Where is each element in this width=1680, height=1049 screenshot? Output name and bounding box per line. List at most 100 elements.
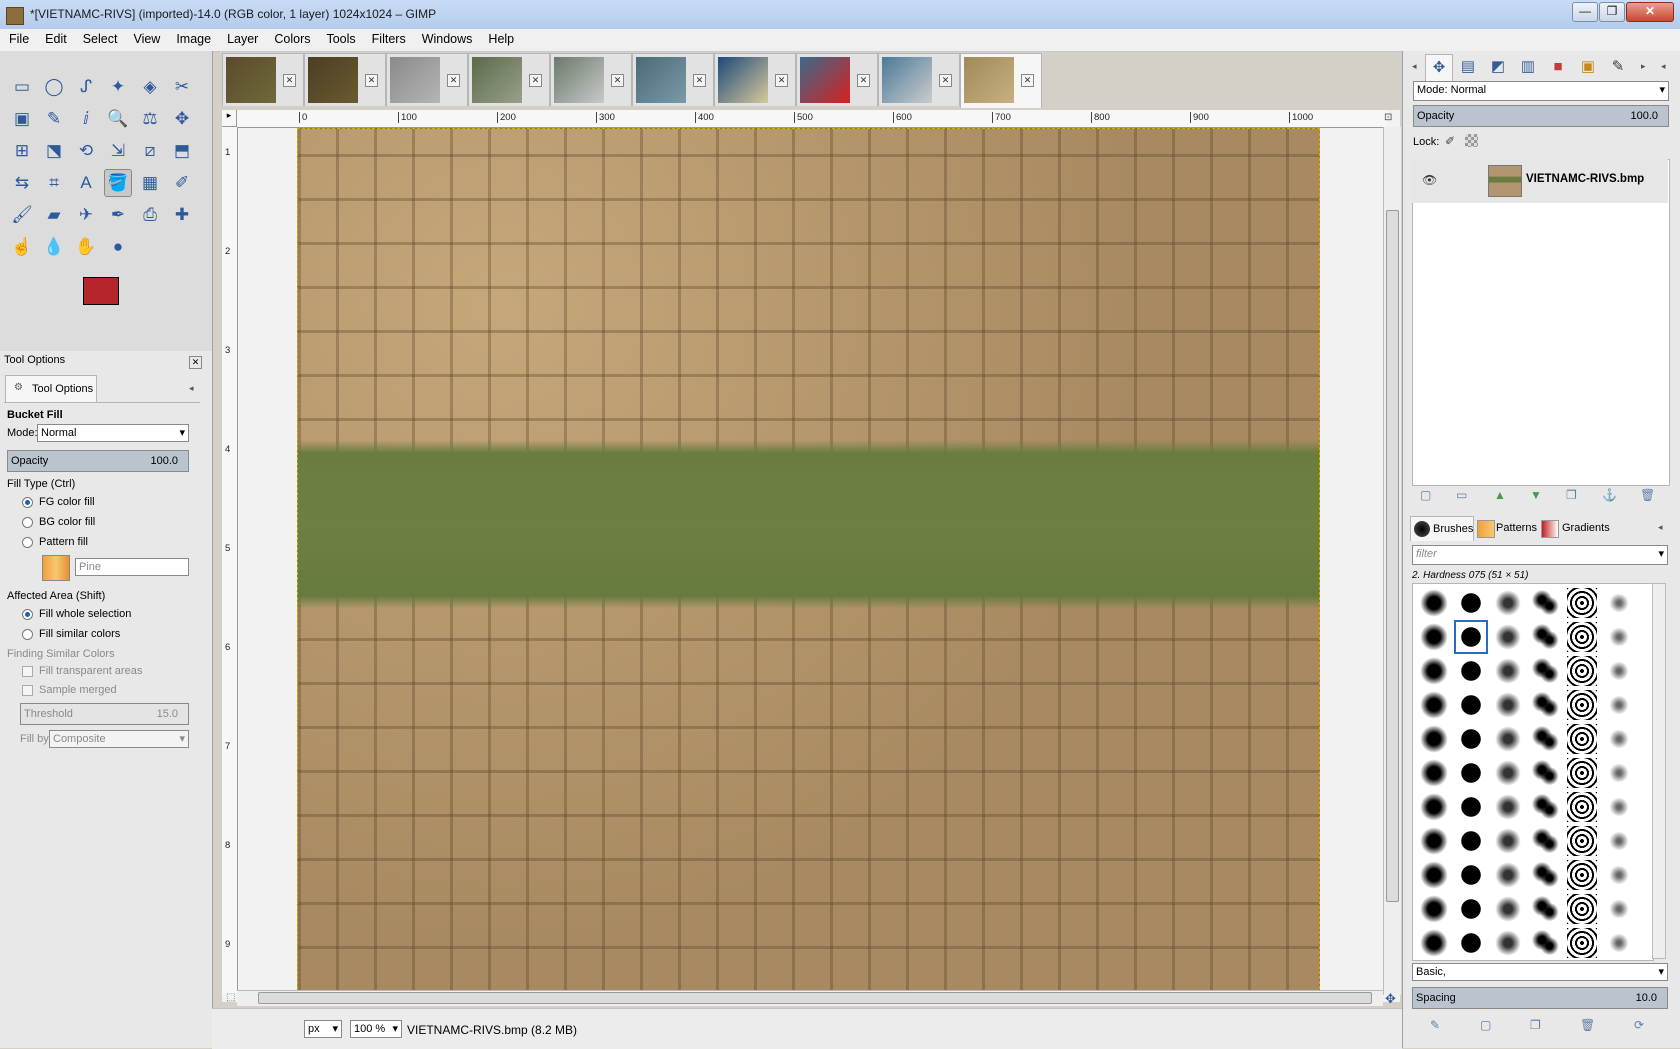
sample-merged-checkbox[interactable] (22, 685, 33, 696)
threshold-slider[interactable]: Threshold 15.0 (20, 703, 189, 725)
brush-thumbnail[interactable] (1530, 656, 1560, 686)
brush-thumbnail[interactable] (1604, 588, 1634, 618)
brush-thumbnail[interactable] (1419, 792, 1449, 822)
brush-tag-select[interactable]: Basic, ▾ (1412, 963, 1668, 981)
delete-layer-icon[interactable]: 🗑 (1640, 488, 1655, 502)
align-tool-icon[interactable]: ⊞ (8, 137, 36, 165)
close-tab-icon[interactable]: ✕ (939, 74, 952, 87)
brush-thumbnail[interactable] (1604, 724, 1634, 754)
duplicate-layer-icon[interactable]: ❐ (1566, 488, 1577, 502)
image-canvas[interactable] (297, 128, 1320, 994)
tab-channels[interactable]: ◩ (1485, 54, 1511, 80)
brush-thumbnail[interactable] (1567, 724, 1597, 754)
close-tab-icon[interactable]: ✕ (447, 74, 460, 87)
color-picker-tool-icon[interactable]: ⅈ (72, 105, 100, 133)
brush-thumbnail[interactable] (1604, 928, 1634, 958)
paintbrush-tool-icon[interactable]: 🖌 (8, 201, 36, 229)
tab-scroll-left-icon[interactable]: ◂ (1412, 61, 1417, 72)
ink-blot-tool-icon[interactable]: ● (104, 233, 132, 261)
brush-thumbnail[interactable] (1604, 792, 1634, 822)
brush-thumbnail[interactable] (1493, 792, 1523, 822)
minimize-button[interactable]: — (1572, 2, 1598, 22)
airbrush-tool-icon[interactable]: ✈ (72, 201, 100, 229)
brush-thumbnail[interactable] (1456, 928, 1486, 958)
brush-thumbnail[interactable] (1567, 792, 1597, 822)
brush-thumbnail[interactable] (1456, 690, 1486, 720)
tab-tool-options[interactable]: ⚙ Tool Options (5, 375, 97, 402)
brush-thumbnail[interactable] (1456, 588, 1486, 618)
brush-thumbnail[interactable] (1493, 656, 1523, 686)
brush-thumbnail[interactable] (1604, 622, 1634, 652)
image-tab[interactable]: ✕ (386, 53, 468, 106)
brush-thumbnail[interactable] (1456, 758, 1486, 788)
brush-thumbnail[interactable] (1567, 860, 1597, 890)
close-dock-icon[interactable]: ✕ (189, 356, 202, 369)
shear-tool-icon[interactable]: ⧄ (136, 137, 164, 165)
brush-filter-input[interactable]: filter ▾ (1412, 545, 1668, 565)
perspective-tool-icon[interactable]: ⬒ (168, 137, 196, 165)
lock-pixels-icon[interactable]: ✐ (1445, 134, 1455, 148)
brush-thumbnail[interactable] (1493, 690, 1523, 720)
brush-scrollbar[interactable] (1652, 583, 1666, 959)
tab-colors[interactable]: ▣ (1575, 54, 1601, 80)
brush-thumbnail[interactable] (1493, 758, 1523, 788)
new-layer-icon[interactable]: ▢ (1420, 488, 1431, 502)
image-tab[interactable]: ✕ (878, 53, 960, 106)
brush-thumbnail[interactable] (1530, 792, 1560, 822)
edit-brush-icon[interactable]: ✎ (1430, 1018, 1440, 1032)
brush-grid[interactable] (1412, 583, 1654, 961)
brush-thumbnail[interactable] (1419, 656, 1449, 686)
brush-thumbnail[interactable] (1604, 656, 1634, 686)
zoom-tool-icon[interactable]: 🔍 (104, 105, 132, 133)
brush-thumbnail[interactable] (1493, 826, 1523, 856)
brush-thumbnail[interactable] (1604, 860, 1634, 890)
layer-row[interactable]: 👁 VIETNAMC-RIVS.bmp (1412, 159, 1668, 203)
eraser-tool-icon[interactable]: ▰ (40, 201, 68, 229)
ellipse-select-tool-icon[interactable]: ◯ (40, 73, 68, 101)
brush-thumbnail[interactable] (1604, 894, 1634, 924)
image-tab[interactable]: ✕ (960, 53, 1042, 108)
lock-alpha-icon[interactable] (1465, 134, 1478, 147)
vertical-scroll-thumb[interactable] (1386, 210, 1399, 902)
brush-thumbnail[interactable] (1456, 894, 1486, 924)
close-tab-icon[interactable]: ✕ (1021, 74, 1034, 87)
menu-select[interactable]: Select (74, 29, 125, 46)
brush-thumbnail[interactable] (1567, 690, 1597, 720)
image-tab[interactable]: ✕ (550, 53, 632, 106)
ruler-corner-icon[interactable]: ▸ (222, 110, 237, 127)
brush-thumbnail[interactable] (1530, 928, 1560, 958)
fill-by-select[interactable]: Composite ▾ (49, 730, 189, 748)
foreground-select-tool-icon[interactable]: ▣ (8, 105, 36, 133)
bg-fill-radio[interactable] (22, 517, 33, 528)
navigate-icon[interactable]: ✥ (1385, 991, 1396, 1007)
brush-thumbnail[interactable] (1419, 928, 1449, 958)
brush-thumbnail[interactable] (1456, 826, 1486, 856)
anchor-layer-icon[interactable]: ⚓ (1602, 488, 1617, 502)
brush-thumbnail[interactable] (1419, 826, 1449, 856)
brush-thumbnail[interactable] (1530, 690, 1560, 720)
brush-thumbnail[interactable] (1530, 724, 1560, 754)
new-layer-group-icon[interactable]: ▭ (1456, 488, 1467, 502)
panel-menu-icon[interactable]: ◂ (1661, 61, 1666, 72)
dodge-tool-icon[interactable]: ✋ (72, 233, 100, 261)
brush-thumbnail[interactable] (1419, 758, 1449, 788)
brush-thumbnail[interactable] (1493, 860, 1523, 890)
free-transform-tool-icon[interactable]: ⬔ (40, 137, 68, 165)
brush-thumbnail[interactable] (1493, 894, 1523, 924)
brush-thumbnail[interactable] (1530, 826, 1560, 856)
menu-file[interactable]: File (0, 29, 36, 46)
cage-tool-icon[interactable]: ⌗ (40, 169, 68, 197)
refresh-brushes-icon[interactable]: ⟳ (1634, 1018, 1644, 1032)
brush-thumbnail[interactable] (1456, 860, 1486, 890)
brush-thumbnail[interactable] (1567, 622, 1597, 652)
tab-patterns[interactable]: Patterns (1474, 516, 1537, 540)
ink-tool-icon[interactable]: ✒ (104, 201, 132, 229)
brush-spacing-slider[interactable]: Spacing 10.0 (1412, 987, 1668, 1009)
brush-thumbnail[interactable] (1419, 860, 1449, 890)
menu-image[interactable]: Image (167, 29, 218, 46)
smudge-tool-icon[interactable]: ☝ (8, 233, 36, 261)
panel-menu-icon[interactable]: ◂ (189, 383, 194, 394)
brush-thumbnail[interactable] (1530, 894, 1560, 924)
close-tab-icon[interactable]: ✕ (693, 74, 706, 87)
pattern-fill-radio[interactable] (22, 537, 33, 548)
